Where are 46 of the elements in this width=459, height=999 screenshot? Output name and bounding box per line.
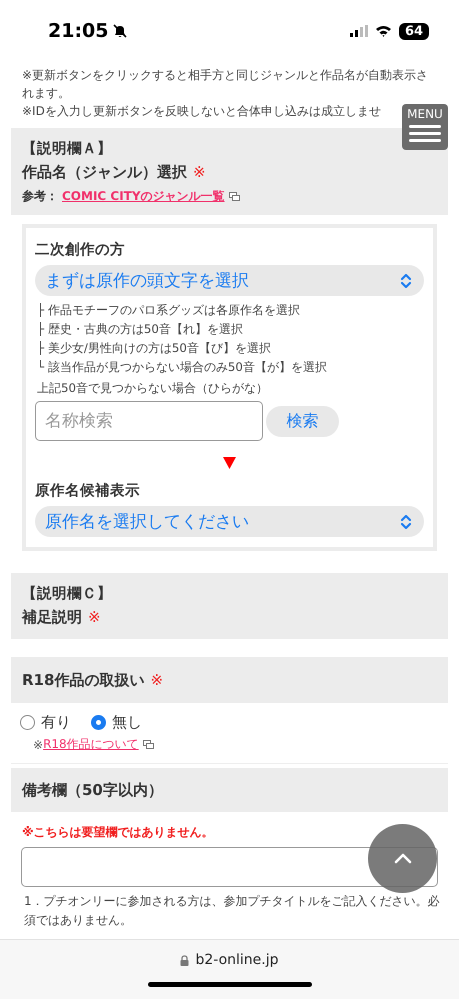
signal-icon [350,25,368,37]
search-button[interactable]: 検索 [266,406,339,436]
radio-button[interactable] [20,715,35,730]
field-label: 補足説明 [22,607,82,628]
title-select[interactable]: 原作名を選択してください [35,506,424,537]
notice-text: ※更新ボタンをクリックすると相手方と同じジャンルと作品名が自動表示されます。 [21,67,430,102]
field-label: 備考欄（50字以内） [22,780,163,801]
menu-button[interactable]: MENU [402,104,448,150]
field-label: 二次創作の方 [35,240,125,260]
search-hint: 上記50音で見つからない場合（ひらがな） [37,380,270,397]
section-label: 【説明欄Ａ】 [22,140,113,159]
battery-icon: 64 [399,22,429,40]
required-mark: ※ [193,162,206,183]
initial-select[interactable]: まずは原作の頭文字を選択 [35,265,424,296]
bell-muted-icon [112,23,128,39]
chevron-updown-icon [400,272,412,288]
reference-label: 参考： [22,188,58,205]
r18-info-link[interactable]: R18作品について [43,736,139,753]
option-label: 有り [41,713,71,732]
field-label: 作品名（ジャンル）選択 [22,162,187,183]
option-label: 無し [112,713,142,732]
hint-text: ├ 作品モチーフのパロ系グッズは各原作名を選択 [37,302,301,319]
required-mark: ※ [150,670,164,691]
search-field[interactable]: 名称検索 [35,401,263,441]
radio-button[interactable] [91,715,106,730]
hint-text: ├ 歴史・古典の方は50音【れ】を選択 [37,321,244,338]
chevron-updown-icon [400,514,412,530]
window-icon [142,740,154,749]
note-mark: ※ [33,738,44,752]
required-mark: ※ [88,607,101,628]
url-text[interactable]: b2-online.jp [195,952,279,968]
hint-text: └ 該当作品が見つからない場合のみ50音【が】を選択 [37,359,328,376]
window-icon [228,192,240,201]
hint-text: ├ 美少女/男性向けの方は50音【び】を選択 [37,340,272,357]
field-label: 原作名候補表示 [35,482,140,501]
remarks-note: 1．プチオンリーに参加される方は、参加プチタイトルをご記入ください。必須ではありません。 [23,893,441,929]
genre-list-link[interactable]: COMIC CITYのジャンル一覧 [62,188,225,205]
section-label: 【説明欄Ｃ】 [22,584,113,604]
warning-text: ※こちらは要望欄ではありません。 [21,824,215,841]
clock-time: 21:05 [48,20,108,42]
field-label: R18作品の取扱い [22,670,144,691]
lock-icon [180,954,190,966]
chevron-up-icon [394,853,412,864]
down-triangle-icon [223,457,236,469]
notice-text: ※IDを入力し更新ボタンを反映しないと合体申し込みは成立しませ [21,103,382,120]
wifi-icon [375,25,392,37]
